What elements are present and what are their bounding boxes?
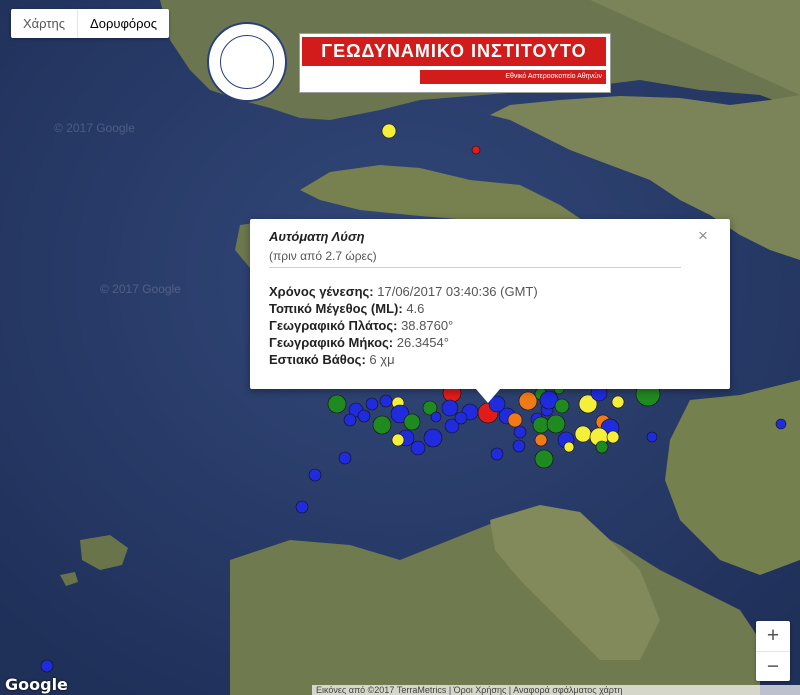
earthquake-marker-blue[interactable] <box>410 440 426 456</box>
earthquake-marker-orange[interactable] <box>507 412 523 428</box>
origin-time-row: Χρόνος γένεσης: 17/06/2017 03:40:36 (GMT… <box>269 284 538 299</box>
earthquake-marker-blue[interactable] <box>365 397 379 411</box>
popup-time-ago: (πριν από 2.7 ώρες) <box>269 249 377 263</box>
earthquake-marker-yellow[interactable] <box>381 123 397 139</box>
google-logo: Google <box>5 675 68 694</box>
map-attribution[interactable]: Εικόνες από ©2017 TerraMetrics | Όροι Χρ… <box>312 685 800 695</box>
earthquake-marker-green[interactable] <box>327 394 347 414</box>
map-type-satellite-button[interactable]: Δορυφόρος <box>78 9 169 38</box>
earthquake-marker-blue[interactable] <box>338 451 352 465</box>
earthquake-marker-green[interactable] <box>372 415 392 435</box>
institute-title: ΓΕΩΔΥΝΑΜΙΚΟ ΙΝΣΤΙΤΟΥΤΟ <box>321 41 587 61</box>
earthquake-marker-green[interactable] <box>546 414 566 434</box>
earthquake-marker-orange[interactable] <box>518 391 538 411</box>
popup-divider <box>269 267 681 268</box>
magnitude-row: Τοπικό Μέγεθος (ML): 4.6 <box>269 301 425 316</box>
earthquake-marker-blue[interactable] <box>357 409 371 423</box>
map-type-map-button[interactable]: Χάρτης <box>11 9 79 38</box>
popup-pointer <box>476 389 500 403</box>
earthquake-marker-green[interactable] <box>595 440 609 454</box>
earthquake-marker-blue[interactable] <box>379 394 393 408</box>
earthquake-marker-green[interactable] <box>403 413 421 431</box>
zoom-out-button[interactable]: − <box>756 652 790 682</box>
zoom-control: + − <box>756 621 790 681</box>
longitude-row: Γεωγραφικό Μήκος: 26.3454° <box>269 335 449 350</box>
earthquake-marker-green[interactable] <box>532 416 550 434</box>
depth-row: Εστιακό Βάθος: 6 χμ <box>269 352 395 367</box>
map-type-control: Χάρτης Δορυφόρος <box>11 9 169 38</box>
earthquake-marker-yellow[interactable] <box>606 430 620 444</box>
earthquake-marker-blue[interactable] <box>490 447 504 461</box>
earthquake-marker-blue[interactable] <box>512 439 526 453</box>
earthquake-marker-yellow[interactable] <box>574 425 592 443</box>
earthquake-marker-blue[interactable] <box>646 431 658 443</box>
earthquake-marker-blue[interactable] <box>40 659 54 673</box>
map-watermark: © 2017 Google <box>100 282 181 296</box>
earthquake-info-popup: × Αυτόματη Λύση (πριν από 2.7 ώρες) Χρόν… <box>250 219 730 403</box>
earthquake-marker-blue[interactable] <box>295 500 309 514</box>
map-watermark: © 2017 Google <box>54 121 135 135</box>
latitude-row: Γεωγραφικό Πλάτος: 38.8760° <box>269 318 454 333</box>
earthquake-marker-blue[interactable] <box>775 418 787 430</box>
institute-subtitle: Εθνικό Αστεροσκοπείο Αθηνών <box>420 70 606 84</box>
earthquake-marker-blue[interactable] <box>513 425 527 439</box>
earthquake-marker-green[interactable] <box>534 449 554 469</box>
earthquake-marker-blue[interactable] <box>343 413 357 427</box>
earthquake-marker-blue[interactable] <box>454 411 468 425</box>
earthquake-marker-orange[interactable] <box>534 433 548 447</box>
earthquake-marker-blue[interactable] <box>308 468 322 482</box>
earthquake-marker-yellow[interactable] <box>563 441 575 453</box>
institute-logo: ΓΕΩΔΥΝΑΜΙΚΟ ΙΝΣΤΙΤΟΥΤΟ Εθνικό Αστεροσκοπ… <box>207 22 611 102</box>
popup-title: Αυτόματη Λύση <box>269 229 365 244</box>
earthquake-marker-red[interactable] <box>471 145 481 155</box>
close-icon[interactable]: × <box>698 226 708 246</box>
earthquake-marker-yellow[interactable] <box>391 433 405 447</box>
earthquake-marker-blue[interactable] <box>430 411 442 423</box>
institute-banner: ΓΕΩΔΥΝΑΜΙΚΟ ΙΝΣΤΙΤΟΥΤΟ Εθνικό Αστεροσκοπ… <box>299 33 611 93</box>
earthquake-marker-green[interactable] <box>554 398 570 414</box>
earthquake-marker-blue[interactable] <box>441 399 459 417</box>
earthquake-marker-blue[interactable] <box>423 428 443 448</box>
popup-details: Χρόνος γένεσης: 17/06/2017 03:40:36 (GMT… <box>269 283 538 368</box>
earthquake-marker-yellow[interactable] <box>611 395 625 409</box>
institute-seal-icon <box>207 22 287 102</box>
zoom-in-button[interactable]: + <box>756 621 790 652</box>
